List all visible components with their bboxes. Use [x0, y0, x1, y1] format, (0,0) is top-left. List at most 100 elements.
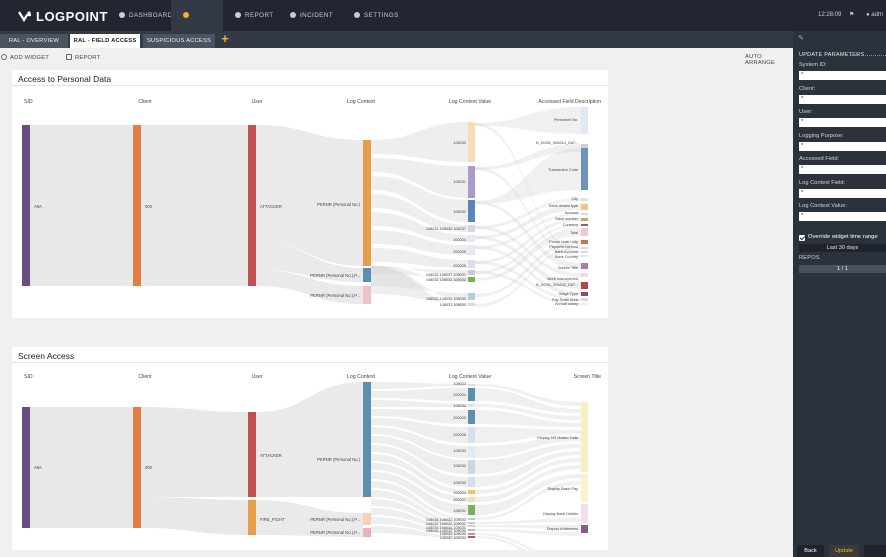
time-range-selector[interactable]: Last 30 days: [799, 244, 886, 252]
node-label: 108032,108031: [440, 536, 466, 540]
node-label: 200025: [453, 264, 466, 268]
sankey-node-log-context-value: [468, 410, 475, 424]
node-label: 108032,108032,108032: [426, 297, 466, 301]
node-label: 200023: [453, 416, 466, 420]
sankey-node-log-context-value: [468, 384, 475, 386]
tab-ral-field-access[interactable]: RAL - FIELD ACCESS: [70, 34, 140, 48]
extra-button[interactable]: [864, 545, 886, 557]
sankey-link: [256, 382, 363, 497]
nav-report[interactable]: REPORT: [223, 0, 286, 31]
nav-incident[interactable]: INCIDENT: [278, 0, 345, 31]
sankey-node-screen-title: [581, 474, 588, 502]
param-input[interactable]: *: [799, 118, 886, 127]
column-header: Log Context Value: [449, 374, 491, 380]
nav-settings[interactable]: SETTINGS: [342, 0, 411, 31]
sankey-node-log-context-value: [468, 477, 475, 487]
sankey-node-log-context-value: [468, 533, 475, 535]
clock: 12:28:09: [818, 12, 842, 18]
dashboard-toolbar: ADD WIDGET REPORT AUTO ARRANGE: [0, 52, 793, 66]
node-label: Display Bank Details: [543, 512, 578, 516]
column-header: Log Context Value: [449, 99, 491, 105]
sankey-node-log-context-value: [468, 446, 475, 458]
nav-search[interactable]: SEARCH: [171, 0, 223, 50]
logpoint-logo[interactable]: LOGPOINT: [18, 9, 108, 24]
sankey-node-accessed-field: [581, 204, 588, 210]
notification-icon[interactable]: ⚑: [849, 0, 854, 31]
auto-arrange-button[interactable]: AUTO ARRANGE: [745, 54, 793, 66]
param-input[interactable]: *: [799, 71, 886, 80]
node-label: 200026: [453, 433, 466, 437]
back-button[interactable]: Back: [797, 545, 824, 557]
sankey-node-log-context-value: [468, 525, 475, 527]
node-label: 200027: [453, 498, 466, 502]
node-label: Bank Country: [555, 255, 578, 259]
sankey-link: [475, 388, 581, 413]
param-label: Client:: [799, 85, 816, 92]
node-label: ATTACKER: [260, 204, 282, 209]
node-label: PERNR (Personal No.),P...: [310, 530, 360, 535]
node-label: FIRE_FIGHT: [260, 517, 285, 522]
sankey-node-accessed-field: [581, 148, 588, 190]
sankey-node-accessed-field: [581, 251, 588, 253]
sankey-node-accessed-field: [581, 240, 588, 244]
override-time-range-checkbox[interactable]: [799, 235, 805, 241]
sankey-node-log-context-value: [468, 505, 475, 515]
sankey-node-accessed-field: [581, 247, 588, 249]
node-label: Wage Type: [559, 292, 578, 296]
param-input[interactable]: *: [799, 188, 886, 198]
node-label: 108033: [453, 382, 466, 386]
node-label: 108031: [453, 509, 466, 513]
sankey-node-log-context-value: [468, 460, 475, 474]
report-icon: [235, 12, 241, 18]
add-tab-button[interactable]: +: [219, 32, 231, 45]
report-button[interactable]: REPORT: [66, 54, 100, 61]
sankey-link: [30, 125, 133, 286]
param-label: Logging Purpose:: [799, 132, 844, 139]
nav-dashboard-label: DASHBOARD: [129, 12, 173, 19]
node-label: PERNR (Personal No.): [317, 202, 360, 207]
sankey-node-log-context-value: [468, 245, 475, 255]
user-menu[interactable]: ● adm: [866, 0, 883, 31]
report-doc-icon: [66, 54, 72, 60]
edit-icon[interactable]: ✎: [798, 34, 804, 42]
sankey-node-log-context: [363, 140, 371, 266]
sankey-node-log-context-value: [468, 225, 475, 232]
sankey-node-accessed-field: [581, 255, 588, 257]
param-input[interactable]: *: [799, 94, 886, 104]
update-button[interactable]: Update: [829, 545, 859, 557]
column-header: User: [252, 99, 263, 105]
param-input[interactable]: *: [799, 212, 886, 221]
repos-pagination[interactable]: 1 / 1: [799, 265, 886, 273]
top-navigation-bar: LOGPOINT DASHBOARD SEARCH REPORT INCIDEN…: [0, 0, 886, 50]
column-header: Accessed Field Description: [538, 99, 601, 105]
node-label: 108032,108032,108032: [426, 278, 466, 282]
column-header: Screen Title: [574, 374, 602, 380]
node-label: A9A: [34, 465, 42, 470]
param-input[interactable]: *: [799, 141, 886, 151]
node-label: Annual salary: [555, 302, 578, 306]
sankey-node-log-context-value: [468, 277, 475, 282]
node-label: 108031: [453, 180, 466, 184]
logo-text: LOGPOINT: [36, 9, 108, 24]
node-label: City: [571, 197, 578, 201]
sankey-link: [30, 407, 133, 528]
gear-icon: [354, 12, 360, 18]
param-input[interactable]: *: [799, 165, 886, 174]
logpoint-logo-icon: [18, 11, 31, 22]
widget-screen-access: Screen Access SID Client User Log Context Lo…: [12, 347, 608, 550]
sankey-node-accessed-field: [581, 218, 588, 221]
sankey-node-screen-title: [581, 402, 588, 472]
tab-suspicious-access[interactable]: SUSPICIOUS ACCESS: [143, 34, 215, 48]
node-label: Total: [570, 231, 578, 235]
widget-access-to-personal-data: Access to Personal Data SID Client User Log…: [12, 70, 608, 318]
node-label: A9A: [34, 204, 42, 209]
sankey-node-log-context-value: [468, 200, 475, 222]
sankey-link: [475, 518, 581, 524]
param-label: Accessed Field:: [799, 156, 840, 162]
add-widget-button[interactable]: ADD WIDGET: [1, 54, 49, 61]
sankey-node-accessed-field: [581, 298, 588, 301]
node-label: 108030: [453, 481, 466, 485]
tab-ral-overview[interactable]: RAL - OVERVIEW: [0, 34, 68, 48]
user-icon: ●: [866, 12, 870, 18]
sankey-node-log-context-value: [468, 536, 475, 538]
